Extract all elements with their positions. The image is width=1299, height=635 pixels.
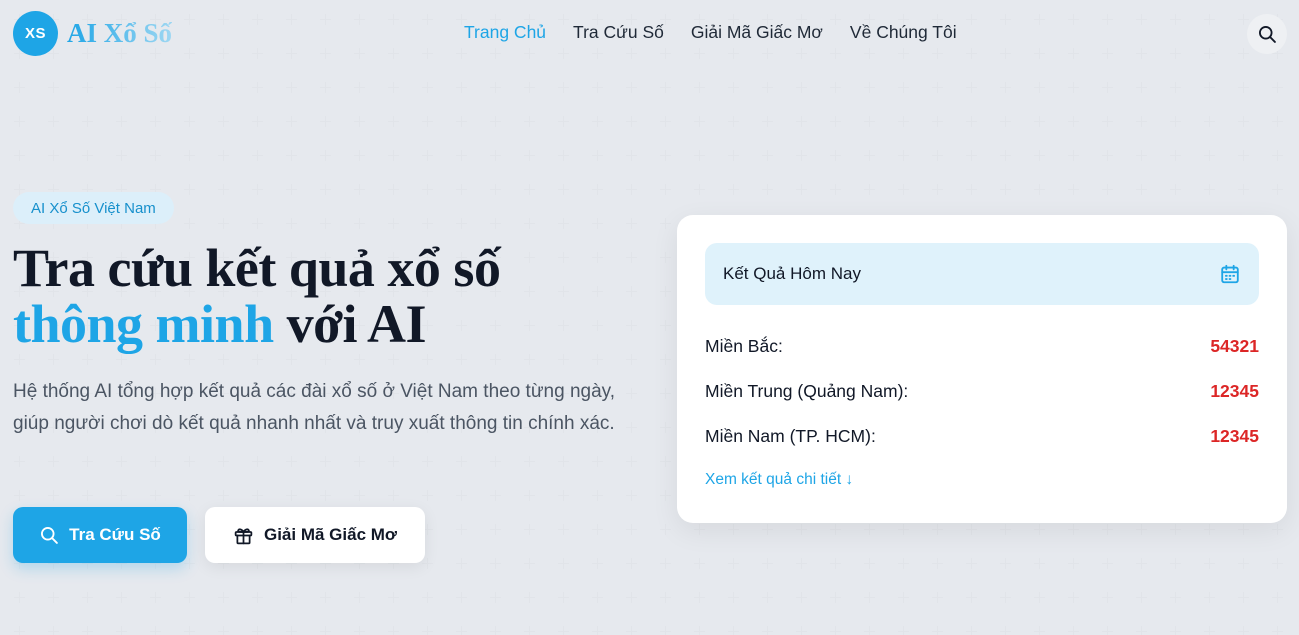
result-row-central: Miền Trung (Quảng Nam): 12345 xyxy=(705,369,1259,414)
page: XS AI Xổ Số Trang Chủ Tra Cứu Số Giải Mã… xyxy=(0,0,1299,635)
hero-title: Tra cứu kết quả xổ số thông minh với AI xyxy=(13,240,653,352)
results-card-header: Kết Quả Hôm Nay xyxy=(705,243,1259,305)
result-row-south: Miền Nam (TP. HCM): 12345 xyxy=(705,414,1259,459)
result-label: Miền Bắc: xyxy=(705,336,783,356)
results-list: Miền Bắc: 54321 Miền Trung (Quảng Nam): … xyxy=(705,324,1259,459)
nav-item-dream-decode[interactable]: Giải Mã Giấc Mơ xyxy=(691,22,823,43)
results-card: Kết Quả Hôm Nay Miền Bắc: 54321 Miền Tru… xyxy=(677,215,1287,523)
search-icon xyxy=(41,527,58,544)
hero-description: Hệ thống AI tổng hợp kết quả các đài xổ … xyxy=(13,381,616,434)
nav-item-about[interactable]: Về Chúng Tôi xyxy=(850,22,957,43)
site-header: XS AI Xổ Số Trang Chủ Tra Cứu Số Giải Mã… xyxy=(0,0,1299,68)
result-label: Miền Nam (TP. HCM): xyxy=(705,426,876,446)
gift-icon xyxy=(234,527,253,544)
nav-item-lookup[interactable]: Tra Cứu Số xyxy=(573,22,664,43)
logo[interactable]: XS AI Xổ Số xyxy=(13,11,172,56)
logo-text: AI Xổ Số xyxy=(67,18,173,48)
search-button[interactable] xyxy=(1247,14,1287,54)
main-nav: Trang Chủ Tra Cứu Số Giải Mã Giấc Mơ Về … xyxy=(464,22,957,43)
lookup-button[interactable]: Tra Cứu Số xyxy=(13,507,187,563)
dream-decode-button-label: Giải Mã Giấc Mơ xyxy=(263,525,397,544)
view-details-link[interactable]: Xem kết quả chi tiết ↓ xyxy=(705,471,853,489)
result-value: 54321 xyxy=(1210,336,1259,356)
dream-decode-button[interactable]: Giải Mã Giấc Mơ xyxy=(205,507,425,563)
logo-badge: XS xyxy=(13,11,58,56)
result-value: 12345 xyxy=(1210,426,1259,446)
result-row-north: Miền Bắc: 54321 xyxy=(705,324,1259,369)
lookup-button-label: Tra Cứu Số xyxy=(69,525,161,544)
results-card-title: Kết Quả Hôm Nay xyxy=(723,264,861,283)
hero-title-accent: thông minh xyxy=(13,294,274,354)
hero-chip: AI Xổ Số Việt Nam xyxy=(13,192,174,224)
result-value: 12345 xyxy=(1210,381,1259,401)
calendar-icon xyxy=(1221,264,1239,284)
hero-title-rest: với AI xyxy=(273,294,427,354)
search-icon xyxy=(1259,26,1276,43)
nav-item-home[interactable]: Trang Chủ xyxy=(464,22,546,43)
result-label: Miền Trung (Quảng Nam): xyxy=(705,381,909,401)
hero-title-line1: Tra cứu kết quả xổ số xyxy=(13,238,501,298)
